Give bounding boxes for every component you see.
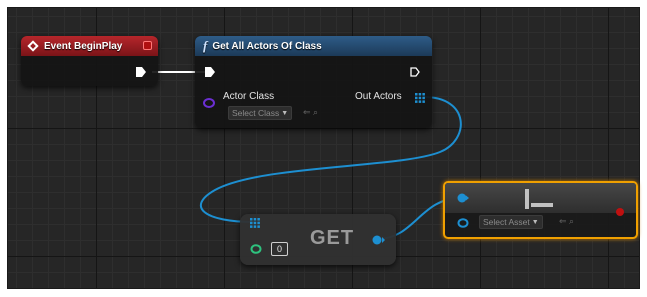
exec-then-pin[interactable] xyxy=(410,67,420,77)
get-all-actors-of-class-node[interactable]: f Get All Actors Of Class Actor Class Se… xyxy=(195,36,432,128)
node-glyph-bar xyxy=(531,203,553,207)
function-icon: f xyxy=(203,38,208,53)
index-input[interactable]: 0 xyxy=(271,242,288,256)
event-beginplay-title: Event BeginPlay xyxy=(44,40,123,52)
get-array-node[interactable]: 0 GET xyxy=(240,214,396,265)
array-input-pin-icon[interactable] xyxy=(250,218,260,228)
select-asset-text: Select Asset xyxy=(483,217,530,227)
delegate-pin-icon[interactable] xyxy=(143,41,152,50)
browse-asset-icon[interactable]: ⇐ ⌕ xyxy=(559,216,574,227)
event-beginplay-node[interactable]: Event BeginPlay xyxy=(21,36,158,86)
selected-node-header[interactable] xyxy=(445,183,636,213)
output-pin-icon[interactable] xyxy=(616,208,624,216)
node-glyph-icon xyxy=(525,189,529,209)
out-actors-array-pin-icon[interactable] xyxy=(415,93,425,103)
index-pin-icon[interactable] xyxy=(250,244,262,254)
event-diamond-icon xyxy=(27,40,39,52)
event-beginplay-header[interactable]: Event BeginPlay xyxy=(21,36,158,56)
object-input-pin-icon[interactable] xyxy=(457,192,469,204)
select-class-dropdown[interactable]: Select Class ▼ xyxy=(228,106,293,120)
get-all-actors-header[interactable]: f Get All Actors Of Class xyxy=(195,36,432,56)
get-output-pin-icon[interactable] xyxy=(372,234,385,246)
select-asset-dropdown[interactable]: Select Asset ▼ xyxy=(479,215,543,229)
select-class-text: Select Class xyxy=(232,108,280,118)
out-actors-label: Out Actors xyxy=(355,91,402,102)
actor-class-pin-icon[interactable] xyxy=(203,98,215,108)
dropdown-arrow-icon: ▼ xyxy=(281,109,289,117)
exec-out-pin[interactable] xyxy=(136,67,146,77)
get-node-title: GET xyxy=(310,227,355,249)
exec-in-pin[interactable] xyxy=(205,67,215,77)
get-all-actors-title: Get All Actors Of Class xyxy=(212,40,322,52)
actor-class-label: Actor Class xyxy=(223,91,275,102)
asset-pin-icon[interactable] xyxy=(457,218,469,228)
selected-object-node[interactable]: Select Asset ▼ ⇐ ⌕ xyxy=(443,181,638,239)
dropdown-arrow-icon: ▼ xyxy=(531,218,539,226)
browse-asset-icon[interactable]: ⇐ ⌕ xyxy=(303,107,318,118)
